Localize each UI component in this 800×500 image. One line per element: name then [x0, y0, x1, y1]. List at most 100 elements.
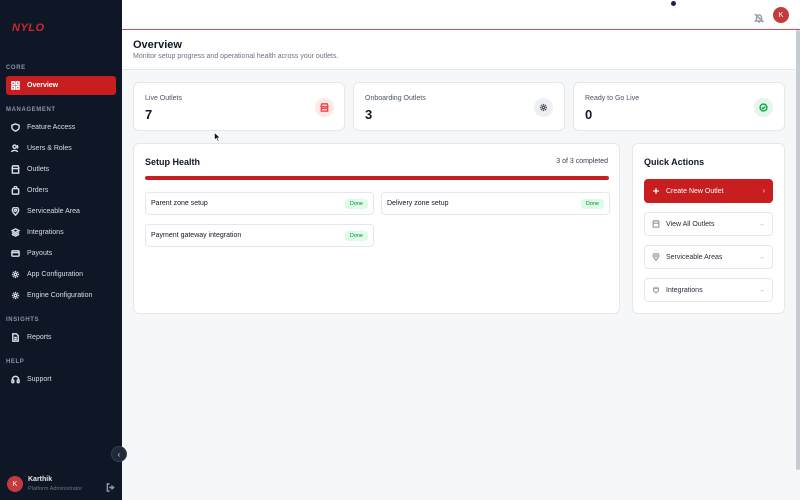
stat-value: 3 [365, 107, 373, 122]
avatar: K [7, 476, 23, 492]
section-label-help: HELP [6, 359, 25, 365]
arrow-right-icon: → [758, 286, 765, 294]
plug-icon [652, 286, 660, 294]
scrollbar[interactable] [796, 30, 800, 470]
sidebar-item-label: Support [27, 376, 52, 383]
users-icon [11, 144, 20, 153]
sidebar-item-integrations[interactable]: Integrations [6, 223, 116, 242]
card-title: Quick Actions [644, 157, 705, 167]
map-pin-icon [652, 253, 660, 261]
view-all-outlets-button[interactable]: View All Outlets → [644, 212, 773, 236]
sidebar-item-label: Feature Access [27, 124, 76, 131]
sidebar-item-label: Serviceable Area [27, 208, 80, 215]
sidebar-item-feature-access[interactable]: Feature Access [6, 118, 116, 137]
bag-icon [11, 186, 20, 195]
stat-value: 0 [585, 107, 593, 122]
progress-bar [145, 176, 609, 180]
button-label: View All Outlets [666, 220, 715, 228]
sidebar-item-outlets[interactable]: Outlets [6, 160, 116, 179]
status-badge: Done [580, 198, 604, 209]
setup-item: Delivery zone setup Done [381, 192, 610, 215]
sidebar-item-label: Orders [27, 187, 49, 194]
stat-label: Live Outlets [145, 95, 182, 102]
setup-health-card: Setup Health 3 of 3 completed Parent zon… [133, 143, 620, 314]
quick-actions-card: Quick Actions Create New Outlet › View A… [632, 143, 785, 314]
setup-item: Parent zone setup Done [145, 192, 374, 215]
setup-item-label: Parent zone setup [151, 200, 208, 207]
setup-item: Payment gateway integration Done [145, 224, 374, 247]
file-icon [11, 333, 20, 342]
create-new-outlet-button[interactable]: Create New Outlet › [644, 179, 773, 203]
headset-icon [11, 375, 20, 384]
section-label-management: MANAGEMENT [6, 107, 56, 113]
gear-icon [11, 270, 20, 279]
page-header: Overview Monitor setup progress and oper… [122, 30, 800, 70]
layers-icon [11, 228, 20, 237]
section-label-core: CORE [6, 65, 26, 71]
logout-icon[interactable] [106, 479, 115, 492]
map-pin-icon [11, 207, 20, 216]
progress-fill [145, 176, 609, 180]
shield-icon [11, 123, 20, 132]
status-badge: Done [344, 230, 368, 241]
store-icon [11, 165, 20, 174]
serviceable-areas-button[interactable]: Serviceable Areas → [644, 245, 773, 269]
page-subtitle: Monitor setup progress and operational h… [133, 53, 339, 60]
mouse-cursor-icon [214, 132, 221, 142]
page-title: Overview [133, 39, 182, 51]
user-role: Platform Administrator [28, 486, 83, 492]
collapse-sidebar-button[interactable]: ‹ [111, 446, 127, 462]
setup-item-label: Delivery zone setup [387, 200, 449, 207]
arrow-right-icon: → [758, 253, 765, 261]
scrollbar-thumb[interactable] [796, 30, 800, 470]
sidebar-item-support[interactable]: Support [6, 370, 116, 389]
sidebar-item-app-configuration[interactable]: App Configuration [6, 265, 116, 284]
sidebar-item-label: Outlets [27, 166, 50, 173]
sidebar-item-label: App Configuration [27, 271, 84, 278]
setup-item-label: Payment gateway integration [151, 232, 242, 239]
store-icon [652, 220, 660, 228]
sidebar-item-label: Overview [27, 82, 59, 89]
sidebar-item-label: Users & Roles [27, 145, 72, 152]
sidebar-item-serviceable-area[interactable]: Serviceable Area [6, 202, 116, 221]
plus-icon [652, 187, 660, 195]
stat-label: Onboarding Outlets [365, 95, 426, 102]
stat-card-live-outlets: Live Outlets 7 [133, 82, 345, 131]
sidebar-item-payouts[interactable]: Payouts [6, 244, 116, 263]
arrow-right-icon: → [758, 220, 765, 228]
stat-label: Ready to Go Live [585, 95, 640, 102]
section-label-insights: INSIGHTS [6, 317, 40, 323]
sidebar-item-orders[interactable]: Orders [6, 181, 116, 200]
sidebar-item-users-roles[interactable]: Users & Roles [6, 139, 116, 158]
notification-dot [671, 1, 676, 6]
sidebar: NYLO CORE Overview MANAGEMENT Feature Ac… [0, 0, 127, 500]
button-label: Create New Outlet [666, 187, 724, 195]
user-profile[interactable]: K Karthik Platform Administrator [7, 474, 117, 494]
sidebar-item-label: Payouts [27, 250, 53, 257]
sidebar-item-label: Reports [27, 334, 52, 341]
status-badge: Done [344, 198, 368, 209]
brand-logo[interactable]: NYLO [12, 22, 45, 34]
bell-off-icon[interactable] [753, 10, 765, 23]
top-bar: K [122, 0, 800, 30]
avatar[interactable]: K [773, 7, 789, 23]
store-icon [315, 98, 334, 117]
stat-value: 7 [145, 107, 153, 122]
grid-icon [11, 81, 20, 90]
stat-card-ready-to-go-live: Ready to Go Live 0 [573, 82, 785, 131]
sidebar-item-reports[interactable]: Reports [6, 328, 116, 347]
integrations-button[interactable]: Integrations → [644, 278, 773, 302]
card-title: Setup Health [145, 157, 201, 167]
user-name: Karthik [28, 476, 53, 483]
button-label: Integrations [666, 286, 703, 294]
sidebar-item-label: Engine Configuration [27, 292, 93, 299]
chevron-right-icon: › [762, 187, 765, 195]
completion-count: 3 of 3 completed [556, 158, 608, 165]
sidebar-item-engine-configuration[interactable]: Engine Configuration [6, 286, 116, 305]
check-circle-icon [754, 98, 773, 117]
button-label: Serviceable Areas [666, 253, 723, 261]
gear-icon [11, 291, 20, 300]
sidebar-item-overview[interactable]: Overview [6, 76, 116, 95]
stat-card-onboarding-outlets: Onboarding Outlets 3 [353, 82, 565, 131]
chevron-left-icon: ‹ [117, 449, 121, 459]
